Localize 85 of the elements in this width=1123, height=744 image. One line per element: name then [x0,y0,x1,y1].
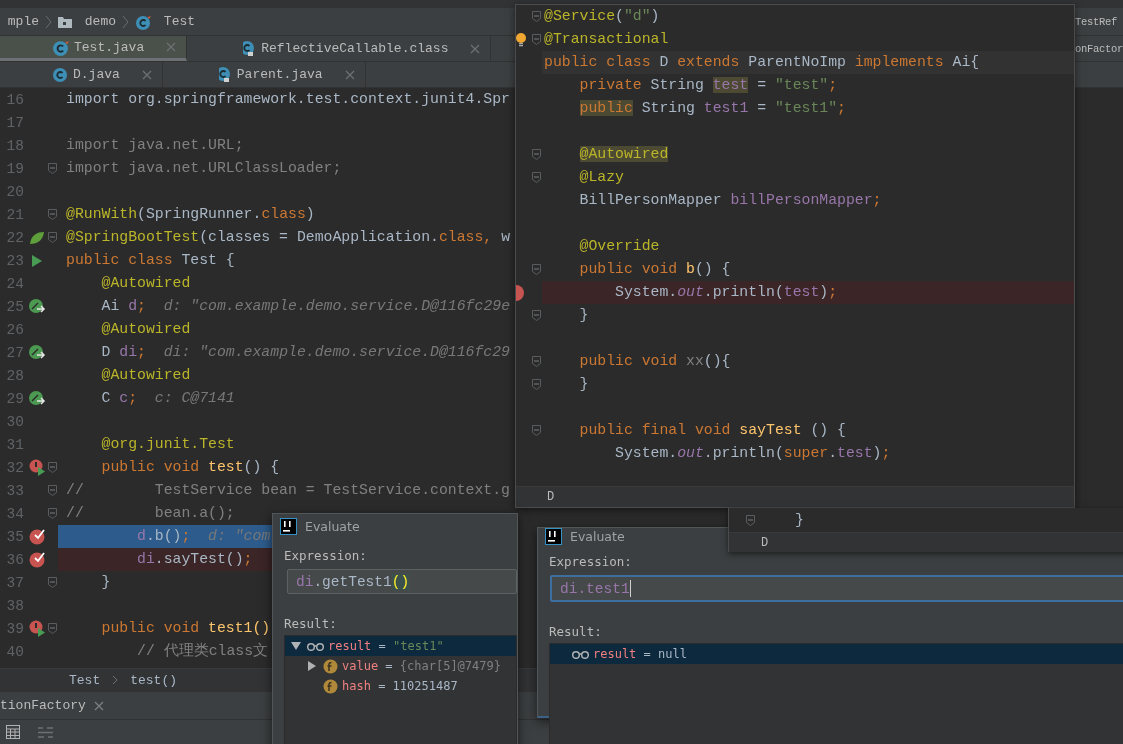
breadcrumb-item[interactable]: test() [130,672,178,688]
code-line: @Autowired [100,366,191,385]
line-number: 24 [5,275,25,292]
result-value: hash = 110251487 [342,679,458,693]
line-number: 18 [5,137,25,154]
line-number: 39 [5,620,25,637]
code-line: import java.net.URL; [65,136,244,155]
line-number: 38 [5,597,25,614]
breadcrumb-item[interactable]: Test [69,672,101,688]
line-number: 16 [5,91,25,108]
code-line: // 代理类class文 [136,641,269,661]
code-line: // bean.a(); [65,504,235,523]
code-line: public class Test { [65,251,235,270]
code-line: D di; di: "com.example.demo.service.D@116fc29 [100,343,510,362]
breadcrumb-item[interactable]: demo [58,14,117,29]
code-line: import org.springframework.test.context.junit4.Spr [65,90,510,109]
tool-window-tab[interactable]: tionFactory [0,698,86,713]
line-number: 35 [5,528,25,545]
code-line: } [795,512,804,528]
line-number: 21 [5,206,25,223]
line-number: 20 [5,183,25,200]
dialog-title: Evaluate [570,529,625,544]
code-line: Ai d; d: "com.example.demo.service.D@116fc29e [100,297,511,316]
editor-tab[interactable]: ReflectiveCallable.class [187,36,492,61]
code-line: public final void sayTest () { [578,421,847,440]
code-line: // TestService bean = TestService.context.g [65,481,510,500]
result-value: result = "test1" [328,639,444,653]
line-number: 29 [5,390,25,407]
code-line: @org.junit.Test [100,435,235,454]
line-number: 22 [5,229,25,246]
code-line: public void b() { [578,260,732,279]
editor-tab[interactable]: Parent.java [162,62,366,87]
code-line: @Service("d") [543,7,661,26]
tree-row[interactable]: hash = 110251487 [285,676,516,696]
line-number: 23 [5,252,25,269]
line-number: 27 [5,344,25,361]
tree-row[interactable]: result = "test1" [285,636,516,656]
code-line: import java.net.URLClassLoader; [65,159,342,178]
code-line: @Lazy [578,168,625,187]
expression-field[interactable]: di.getTest1() [287,569,517,594]
code-line: @Override [578,237,661,256]
result-value: value = {char[5]@7479} [342,659,501,673]
result-value: result = null [593,647,687,661]
line-number: 30 [5,413,25,430]
field-label: Result: [549,624,602,639]
code-line: public void test1() [100,619,271,638]
editor-tab[interactable]: Test.java [0,36,188,61]
class-name: D [761,535,769,550]
line-number: 17 [5,114,25,131]
editor-tab[interactable]: D.java [0,62,163,87]
code-line: @RunWith(SpringRunner.class) [65,205,315,224]
line-number: 37 [5,574,25,591]
line-number: 25 [5,298,25,315]
code-line: @SpringBootTest(classes = DemoApplication.class, w [65,228,510,247]
code-line: } [578,306,590,325]
tree-row[interactable]: value = {char[5]@7479} [285,656,516,676]
line-number: 26 [5,321,25,338]
line-number: 32 [5,459,25,476]
line-number: 40 [5,643,25,660]
field-label: Expression: [549,554,632,569]
code-line: private String test = "test"; [578,76,839,95]
line-number: 36 [5,551,25,568]
breadcrumb-item[interactable]: Test [135,13,196,30]
code-line: @Transactional [543,30,670,49]
code-line: System.out.println(super.test); [614,444,892,463]
class-name: D [547,490,555,504]
code-line: @Autowired [100,274,191,293]
code-line: BillPersonMapper billPersonMapper; [578,191,883,210]
code-line: public void test() { [100,458,280,477]
line-number: 33 [5,482,25,499]
code-line: @Autowired [100,320,191,339]
code-line: public void xx(){ [578,352,732,371]
code-line: } [578,375,590,394]
line-number: 28 [5,367,25,384]
dialog-title: Evaluate [305,519,360,534]
code-line: C c; c: C@7141 [100,389,235,408]
field-label: Expression: [284,548,367,563]
line-number: 19 [5,160,25,177]
tree-row[interactable]: result = null [550,644,1123,664]
breadcrumb-item[interactable]: mple [0,14,39,29]
code-line: public String test1 = "test1"; [578,99,847,118]
field-label: Result: [284,616,337,631]
code-line: } [100,573,111,592]
line-number: 31 [5,436,25,453]
line-number: 34 [5,505,25,522]
